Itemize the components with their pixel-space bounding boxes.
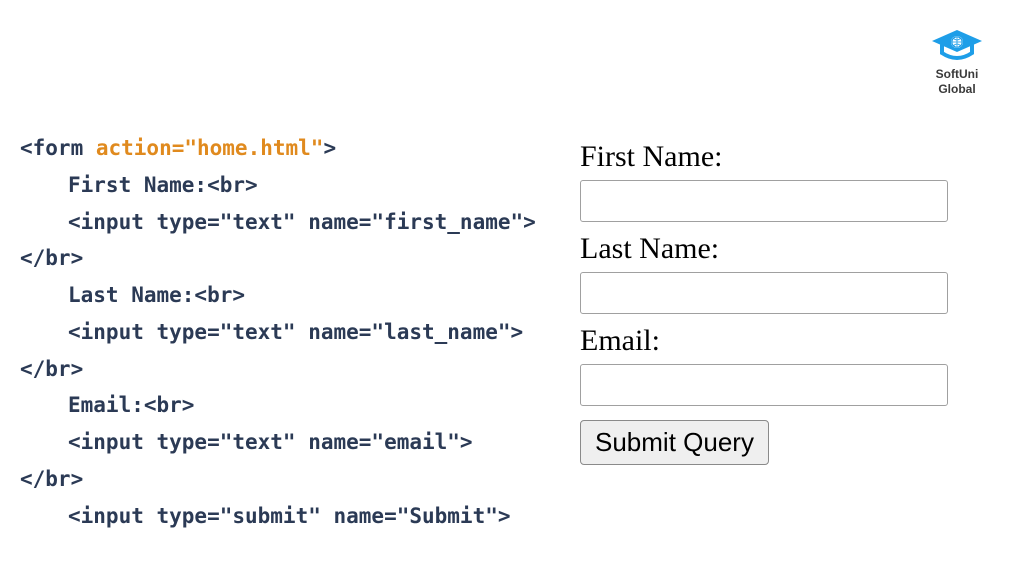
code-line-7: </br> <box>20 357 83 381</box>
code-line-10: </br> <box>20 467 83 491</box>
code-line-4: </br> <box>20 246 83 270</box>
submit-button[interactable]: Submit Query <box>580 420 769 465</box>
code-line-1c: > <box>323 136 336 160</box>
code-line-5: Last Name:<br> <box>68 283 245 307</box>
logo-text-line1: SoftUni <box>930 68 984 81</box>
code-line-6: <input type="text" name="last_name"> <box>68 320 523 344</box>
email-label: Email: <box>580 324 994 358</box>
code-line-1a: <form <box>20 136 96 160</box>
code-line-11: <input type="submit" name="Submit"> <box>68 504 511 528</box>
email-input[interactable] <box>580 364 948 406</box>
code-line-2: First Name:<br> <box>68 173 258 197</box>
code-line-3: <input type="text" name="first_name"> <box>68 210 536 234</box>
first-name-label: First Name: <box>580 140 994 174</box>
last-name-label: Last Name: <box>580 232 994 266</box>
softuni-logo: SoftUni Global <box>930 28 984 96</box>
code-line-9: <input type="text" name="email"> <box>68 430 473 454</box>
first-name-input[interactable] <box>580 180 948 222</box>
code-snippet: <form action="home.html"> First Name:<br… <box>20 130 560 570</box>
code-line-8: Email:<br> <box>68 393 194 417</box>
last-name-input[interactable] <box>580 272 948 314</box>
rendered-form: First Name: Last Name: Email: Submit Que… <box>560 130 994 570</box>
graduation-cap-icon <box>930 28 984 66</box>
code-line-1b: action="home.html" <box>96 136 324 160</box>
logo-text-line2: Global <box>930 83 984 96</box>
